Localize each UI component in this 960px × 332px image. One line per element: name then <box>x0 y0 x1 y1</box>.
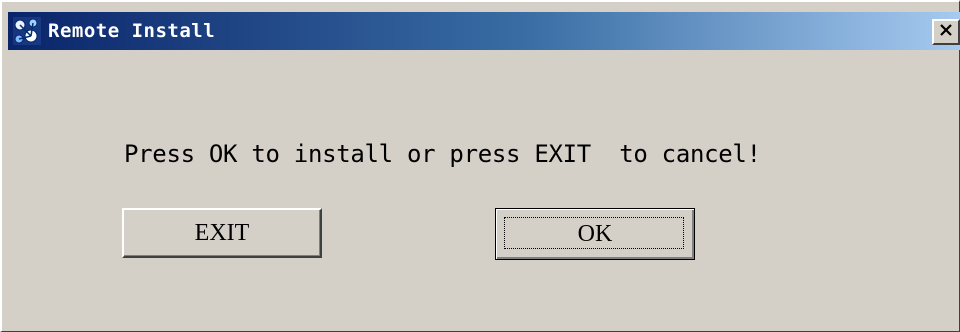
dialog-message: Press OK to install or press EXIT to can… <box>124 140 761 168</box>
title-bar[interactable]: Remote Install <box>8 12 960 50</box>
exit-button-label: EXIT <box>194 219 250 246</box>
close-icon <box>939 23 953 41</box>
network-app-icon <box>12 16 42 46</box>
ok-button-label: OK <box>577 220 613 247</box>
remote-install-dialog: Remote Install Press OK to install or pr… <box>0 0 960 332</box>
close-button[interactable] <box>932 19 960 45</box>
window-title: Remote Install <box>48 20 216 42</box>
ok-button[interactable]: OK <box>495 208 695 260</box>
exit-button[interactable]: EXIT <box>122 208 322 258</box>
